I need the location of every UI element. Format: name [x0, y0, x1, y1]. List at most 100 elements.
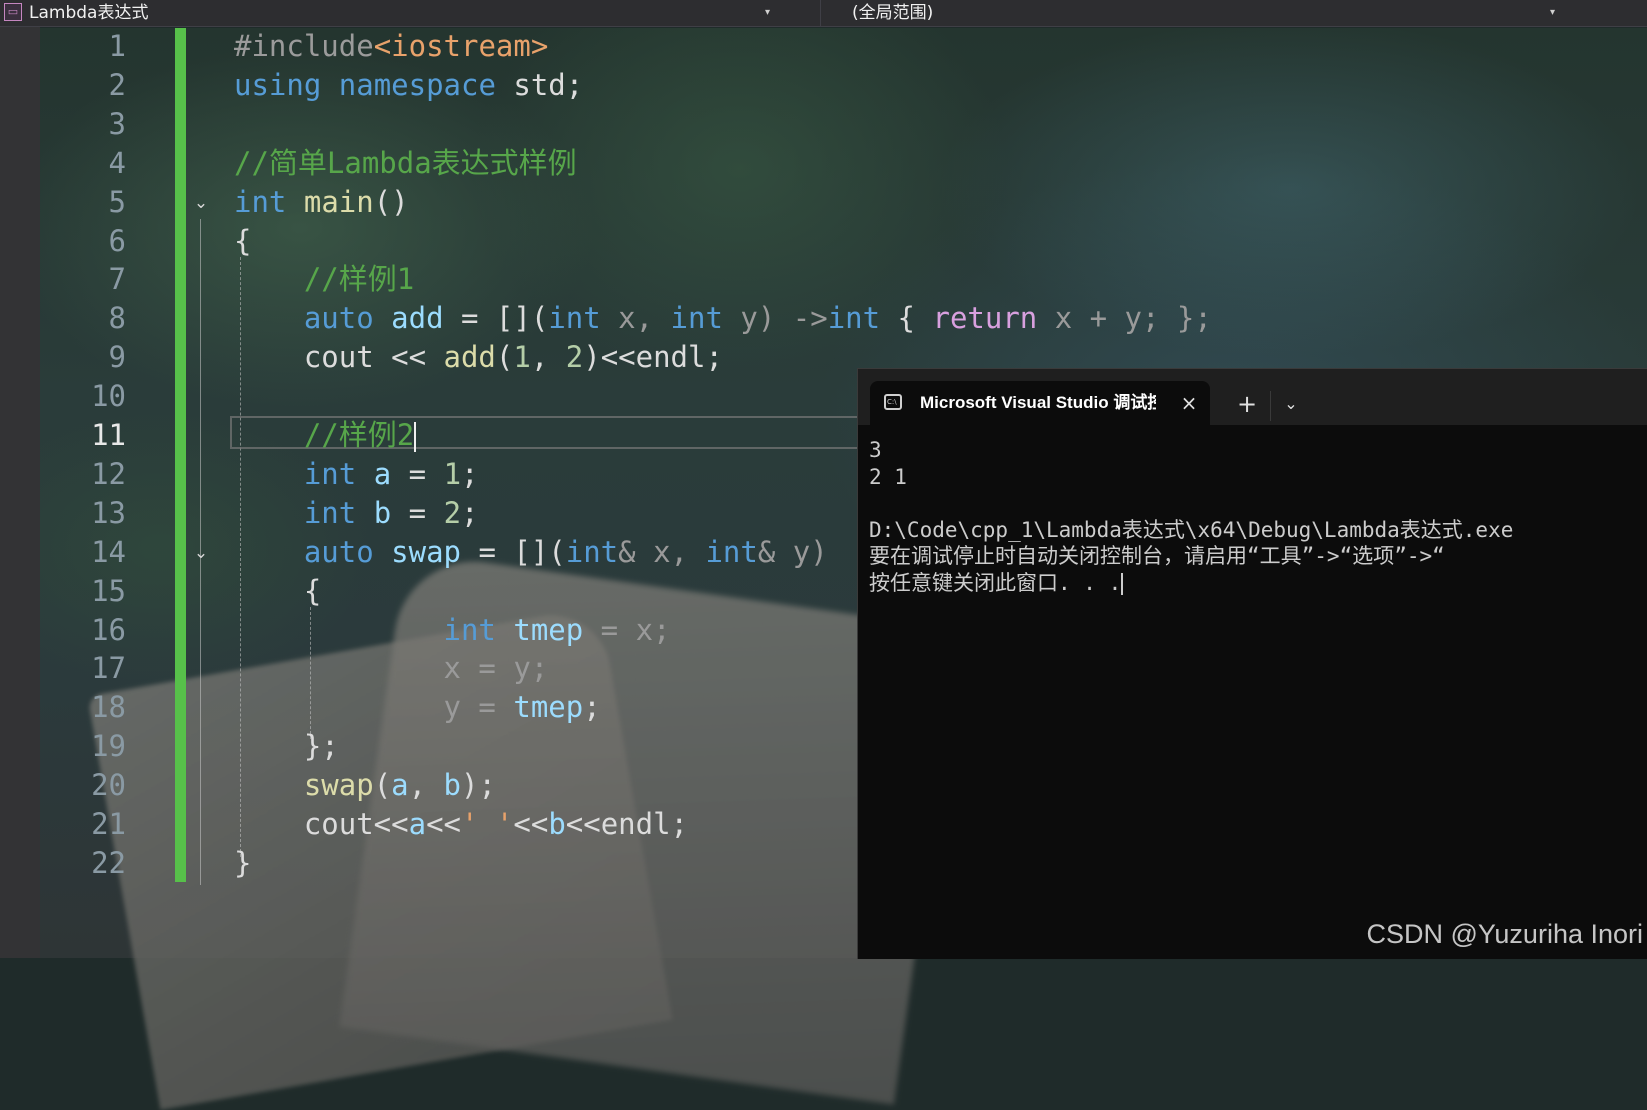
- code-token: //简单Lambda表达式样例: [234, 145, 577, 180]
- code-token: swap: [303, 768, 374, 803]
- code-line[interactable]: 7 //样例1: [40, 260, 1640, 299]
- code-token: cout<<: [234, 807, 409, 841]
- project-name: Lambda表达式: [29, 3, 149, 23]
- chevron-down-icon: ▾: [765, 7, 771, 18]
- code-text: cout<<a<<' '<<b<<endl;: [234, 805, 688, 844]
- code-token: ' ': [461, 807, 514, 841]
- code-text: //简单Lambda表达式样例: [234, 144, 577, 183]
- code-token: #include: [234, 29, 374, 63]
- terminal-icon: C:\: [884, 394, 902, 410]
- console-line: D:\Code\cpp_1\Lambda表达式\x64\Debug\Lambda…: [869, 517, 1514, 542]
- code-token: int: [443, 612, 496, 647]
- code-token: }: [234, 845, 252, 880]
- line-number: 13: [91, 495, 126, 530]
- code-token: cout <<: [234, 340, 444, 375]
- code-text: int a = 1;: [234, 455, 479, 494]
- code-token: tmep: [513, 690, 584, 725]
- code-text: y = tmep;: [234, 688, 601, 727]
- code-token: x = y;: [234, 651, 549, 686]
- code-text: x = y;: [234, 649, 549, 688]
- code-token: )<<endl;: [583, 340, 723, 375]
- code-token: (: [495, 340, 514, 375]
- code-line[interactable]: 4 //简单Lambda表达式样例: [40, 144, 1640, 183]
- code-token: std;: [495, 67, 584, 102]
- line-number: 8: [108, 301, 126, 336]
- new-tab-button[interactable]: +: [1234, 391, 1260, 417]
- line-number: 11: [91, 418, 126, 452]
- code-token: 1: [443, 456, 462, 491]
- code-token: ,: [530, 340, 566, 375]
- code-token: ;: [583, 690, 601, 725]
- console-output[interactable]: 3 2 1 D:\Code\cpp_1\Lambda表达式\x64\Debug\…: [869, 437, 1647, 937]
- code-token: {: [234, 573, 322, 608]
- code-line[interactable]: 1 #include<iostream>: [40, 27, 1640, 66]
- console-line-text: 按任意键关闭此窗口. . .: [869, 570, 1122, 595]
- code-token: );: [461, 768, 496, 803]
- line-number: 16: [91, 612, 126, 647]
- class-file-icon: ▭: [4, 3, 22, 21]
- console-tab[interactable]: C:\ Microsoft Visual Studio 调试控制台 ×: [870, 381, 1210, 425]
- code-line[interactable]: 3: [40, 105, 1640, 144]
- code-token: <<: [513, 807, 549, 841]
- code-token: {: [880, 301, 933, 336]
- code-token: 2: [565, 340, 584, 375]
- code-token: add: [443, 340, 496, 375]
- line-number: 22: [91, 845, 126, 880]
- code-token: x + y; };: [1037, 301, 1212, 336]
- code-text: using namespace std;: [234, 66, 583, 105]
- code-text: int tmep = x;: [234, 611, 671, 650]
- console-line: 要在调试停止时自动关闭控制台，请启用“工具”->“选项”->“: [869, 544, 1445, 568]
- code-token: int: [565, 534, 619, 569]
- code-token: a: [373, 456, 392, 491]
- code-token: namespace: [338, 67, 496, 102]
- code-token: int: [234, 184, 287, 219]
- line-number: 10: [91, 379, 126, 414]
- code-token: return: [932, 301, 1038, 336]
- code-token: & y): [757, 534, 828, 569]
- code-token: using: [234, 67, 322, 102]
- line-number: 20: [91, 768, 126, 803]
- code-token: =: [391, 456, 444, 491]
- code-token: = [](: [461, 534, 566, 569]
- project-dropdown[interactable]: ▭ Lambda表达式 ▾: [0, 0, 821, 26]
- line-number: 17: [91, 651, 126, 686]
- code-token: int: [303, 495, 357, 530]
- code-token: (: [373, 768, 392, 803]
- code-token: 1: [513, 340, 531, 375]
- code-line[interactable]: 5 int main(): [40, 183, 1640, 222]
- code-token: <iostream>: [373, 29, 549, 63]
- close-icon[interactable]: ×: [1176, 390, 1202, 416]
- code-token: ;: [461, 456, 479, 491]
- line-number: 2: [108, 67, 126, 102]
- chevron-down-icon[interactable]: ⌄: [1278, 391, 1304, 417]
- code-token: 2: [443, 495, 462, 530]
- debug-console-window[interactable]: C:\ Microsoft Visual Studio 调试控制台 × + ⌄ …: [857, 368, 1647, 959]
- scope-dropdown[interactable]: (全局范围) ▾: [822, 0, 1647, 26]
- code-token: b: [443, 768, 462, 803]
- editor-left-margin: [0, 27, 40, 958]
- code-token: =: [391, 495, 444, 530]
- line-number: 19: [91, 729, 126, 764]
- code-text: swap(a, b);: [234, 766, 496, 805]
- code-token: auto: [303, 534, 374, 569]
- code-line[interactable]: 2 using namespace std;: [40, 66, 1640, 105]
- code-token: add: [391, 301, 444, 336]
- code-line[interactable]: 8 auto add = [](int x, int y) ->int { re…: [40, 299, 1640, 338]
- console-line: 3: [869, 438, 882, 462]
- code-token: a: [391, 768, 409, 803]
- code-token: int: [548, 301, 601, 336]
- code-token: //样例2: [303, 418, 415, 452]
- code-token: auto: [303, 301, 374, 336]
- code-line[interactable]: 6{: [40, 222, 1640, 261]
